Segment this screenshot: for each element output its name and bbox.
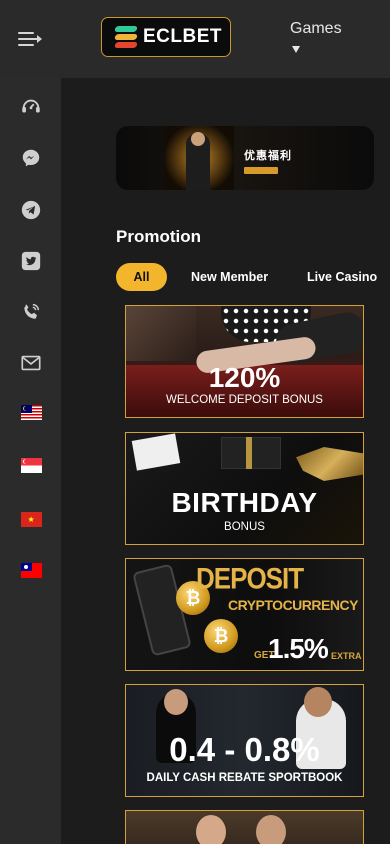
birthday-title: BIRTHDAY bbox=[171, 487, 318, 518]
singapore-flag-icon[interactable] bbox=[19, 453, 43, 477]
rebate-label: DAILY CASH REBATE SPORTBOOK bbox=[146, 772, 343, 784]
tab-live-casino[interactable]: Live Casino bbox=[307, 263, 377, 291]
welcome-bonus-label: WELCOME DEPOSIT BONUS bbox=[166, 394, 323, 406]
bitcoin-icon: ₿ bbox=[204, 619, 238, 653]
games-label: Games bbox=[290, 20, 342, 37]
promo-card-birthday-bonus[interactable]: BIRTHDAY BONUS bbox=[125, 432, 364, 545]
twitter-icon[interactable] bbox=[19, 249, 43, 273]
vietnam-flag-icon[interactable]: ★ bbox=[19, 507, 43, 531]
telegram-icon[interactable] bbox=[19, 198, 43, 222]
banner-button[interactable] bbox=[244, 167, 278, 174]
games-dropdown[interactable]: Games bbox=[290, 20, 342, 53]
main-content: 优惠福利 Promotion All New Member Live Casin… bbox=[61, 78, 390, 844]
tab-new-member[interactable]: New Member bbox=[191, 263, 268, 291]
menu-toggle-icon[interactable] bbox=[14, 24, 46, 54]
promotion-title: Promotion bbox=[116, 227, 201, 246]
banner-title: 优惠福利 bbox=[244, 150, 292, 162]
promo-card-partial[interactable] bbox=[125, 810, 364, 844]
promo-card-sportsbook-rebate[interactable]: 0.4 - 0.8% DAILY CASH REBATE SPORTBOOK bbox=[125, 684, 364, 797]
promo-card-crypto-deposit[interactable]: ₿ ₿ DEPOSIT CRYPTOCURRENCY GET 1.5% EXTR… bbox=[125, 558, 364, 671]
logo-mark-icon bbox=[114, 26, 138, 48]
messenger-icon[interactable] bbox=[19, 146, 43, 170]
taiwan-flag-icon[interactable] bbox=[19, 558, 43, 582]
malaysia-flag-icon[interactable] bbox=[19, 400, 43, 424]
sidebar: ★ bbox=[0, 78, 61, 844]
promo-card-welcome-bonus[interactable]: 120% WELCOME DEPOSIT BONUS bbox=[125, 305, 364, 418]
caret-down-icon bbox=[292, 46, 300, 53]
rebate-percent: 0.4 - 0.8% bbox=[169, 731, 320, 768]
support-agent-icon[interactable] bbox=[19, 95, 43, 119]
crypto-percent: 1.5% bbox=[268, 633, 329, 664]
crypto-deposit-title: DEPOSIT bbox=[196, 560, 304, 596]
mail-icon[interactable] bbox=[19, 351, 43, 375]
crypto-subtitle: CRYPTOCURRENCY bbox=[228, 597, 358, 613]
crypto-extra-label: EXTRA bbox=[331, 651, 362, 661]
tab-all[interactable]: All bbox=[116, 263, 167, 291]
promotion-tabs: All New Member Live Casino bbox=[116, 263, 390, 291]
eclbet-logo[interactable]: ECLBET bbox=[101, 17, 231, 57]
top-promo-banner[interactable]: 优惠福利 bbox=[116, 126, 374, 190]
birthday-subtitle: BONUS bbox=[224, 521, 265, 533]
logo-text: ECLBET bbox=[143, 26, 222, 47]
welcome-bonus-percent: 120% bbox=[208, 362, 281, 393]
top-header: ECLBET Games bbox=[0, 0, 390, 78]
phone-icon[interactable] bbox=[19, 300, 43, 324]
